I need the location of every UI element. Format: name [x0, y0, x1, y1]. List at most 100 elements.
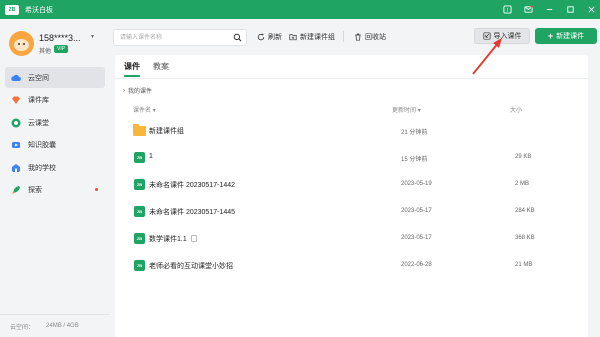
file-size: 21 MB — [515, 262, 533, 268]
sidebar-item-explore[interactable]: 探索 — [5, 180, 105, 201]
sidebar-item-knowledge-capsule[interactable]: 知识胶囊 — [5, 135, 105, 156]
sidebar-item-label: 课件库 — [28, 97, 49, 104]
file-size: 2 MB — [515, 181, 530, 187]
notification-dot — [95, 187, 98, 191]
breadcrumb[interactable]: › 我的课件 — [123, 86, 153, 96]
toolbar-divider — [343, 31, 344, 42]
file-name: 新建课件组 — [149, 128, 184, 135]
annotation-arrow-icon — [472, 38, 502, 75]
user-name: 158****3... — [39, 33, 81, 43]
table-row[interactable]: ZB 1 15 分钟前 29 KB — [123, 145, 580, 171]
new-group-label: 新建课件组 — [300, 34, 335, 41]
main-panel: 课件 教案 › 我的课件 课件名 ▾ 更新时间 ▾ 大小 新建课件组 21 分钟… — [115, 55, 588, 337]
column-header-time[interactable]: 更新时间 ▾ — [392, 105, 421, 114]
folder-icon — [133, 124, 146, 136]
table-row[interactable]: ZB 数学课件1.1 2023-05-17 368 KB — [123, 226, 580, 252]
tab-courseware[interactable]: 课件 — [124, 61, 140, 72]
courseware-file-icon: ZB — [134, 233, 145, 244]
new-courseware-label: 新建课件 — [556, 33, 585, 40]
file-name: 1 — [149, 153, 153, 160]
app-title: 希沃白板 — [25, 6, 53, 14]
trash-icon — [355, 33, 361, 41]
column-header-name[interactable]: 课件名 ▾ — [133, 105, 156, 114]
file-time: 2023-05-19 — [401, 181, 432, 187]
maximize-icon[interactable] — [565, 5, 575, 15]
table-row[interactable]: 新建课件组 21 分钟前 — [123, 118, 580, 144]
file-time: 15 分钟前 — [401, 157, 428, 163]
file-name: 数学课件1.1 — [149, 236, 187, 243]
column-header-name-label: 课件名 — [133, 108, 152, 114]
file-size: 284 KB — [515, 208, 535, 214]
courseware-file-icon: ZB — [134, 206, 145, 217]
storage-label: 云空间： — [10, 324, 35, 331]
sidebar-item-label: 我的学校 — [28, 164, 56, 172]
courseware-file-icon: ZB — [134, 152, 145, 163]
chevron-right-icon: › — [123, 87, 125, 94]
rocket-icon — [12, 186, 20, 194]
sort-caret-icon: ▾ — [417, 108, 421, 114]
avatar[interactable] — [9, 31, 34, 56]
toolbar: 刷新 新建课件组 回收站 导入课件 + 新建课件 — [109, 19, 600, 55]
refresh-label: 刷新 — [268, 34, 282, 41]
user-role: 其他 — [39, 49, 52, 55]
storage-usage: 云空间： 24MB / 4GB — [0, 314, 109, 337]
column-header-size: 大小 — [510, 108, 523, 114]
tab-bar: 课件 教案 — [115, 55, 588, 79]
courseware-file-icon: ZB — [134, 260, 145, 271]
sort-caret-icon: ▾ — [152, 108, 156, 114]
file-size: 29 KB — [515, 154, 532, 160]
file-name: 老师必看的互动课堂小妙招 — [149, 263, 233, 270]
svg-text:!: ! — [506, 8, 508, 14]
play-circle-icon — [11, 118, 21, 127]
courseware-file-icon: ZB — [134, 179, 145, 190]
file-time: 2023-05-17 — [401, 208, 432, 214]
table-row[interactable]: ZB 未命名课件 20230517-1445 2023-05-17 284 KB — [123, 199, 580, 225]
cloud-icon — [11, 74, 21, 81]
column-header-time-label: 更新时间 — [392, 108, 417, 114]
app-logo-icon: ZB — [5, 4, 19, 15]
sidebar-item-cloud-space[interactable]: 云空间 — [5, 67, 105, 88]
search-input[interactable] — [114, 30, 224, 45]
chevron-down-icon[interactable]: ▾ — [91, 33, 94, 40]
plus-icon: + — [547, 31, 554, 41]
message-icon[interactable] — [523, 5, 533, 15]
document-tag-icon — [191, 235, 197, 242]
sidebar-nav: 云空间 课件库 云课堂 知识胶囊 我的学校 探索 — [5, 67, 105, 202]
table-row[interactable]: ZB 未命名课件 20230517-1442 2023-05-19 2 MB — [123, 172, 580, 198]
sidebar-item-label: 云课堂 — [28, 119, 49, 127]
minimize-icon[interactable] — [544, 5, 554, 15]
close-icon[interactable] — [586, 5, 596, 15]
new-courseware-button[interactable]: + 新建课件 — [535, 28, 597, 44]
search-box[interactable] — [113, 29, 247, 46]
file-time: 2022-06-28 — [401, 262, 432, 268]
diamond-icon — [12, 96, 20, 104]
search-icon[interactable] — [233, 33, 242, 42]
feedback-icon[interactable]: ! — [502, 5, 512, 15]
sidebar-item-my-school[interactable]: 我的学校 — [5, 157, 105, 178]
sidebar-item-cloud-classroom[interactable]: 云课堂 — [5, 112, 105, 133]
refresh-icon — [257, 33, 265, 41]
user-profile[interactable]: 158****3... ▾ 其他 VIP — [9, 31, 105, 57]
school-icon — [12, 163, 20, 172]
sidebar: 158****3... ▾ 其他 VIP 云空间 课件库 云课堂 知识胶囊 我的… — [0, 19, 109, 337]
breadcrumb-label: 我的课件 — [128, 89, 153, 95]
file-size: 368 KB — [515, 235, 535, 241]
sidebar-item-courseware-library[interactable]: 课件库 — [5, 90, 105, 111]
new-group-button[interactable]: 新建课件组 — [289, 31, 335, 43]
active-tab-indicator — [124, 75, 140, 77]
title-bar: ZB 希沃白板 ! — [0, 0, 600, 19]
storage-value: 24MB / 4GB — [46, 323, 79, 329]
sidebar-item-label: 探索 — [28, 187, 42, 194]
file-name: 未命名课件 20230517-1445 — [149, 209, 235, 216]
file-name: 未命名课件 20230517-1442 — [149, 182, 235, 189]
sidebar-item-label: 知识胶囊 — [28, 142, 56, 149]
recycle-bin-label: 回收站 — [365, 34, 386, 41]
tab-lesson-plan[interactable]: 教案 — [153, 61, 169, 72]
refresh-button[interactable]: 刷新 — [257, 31, 282, 43]
capsule-icon — [12, 142, 20, 148]
vip-badge: VIP — [54, 45, 69, 53]
folder-plus-icon — [289, 34, 297, 41]
table-row[interactable]: ZB 老师必看的互动课堂小妙招 2022-06-28 21 MB — [123, 253, 580, 279]
recycle-bin-button[interactable]: 回收站 — [354, 31, 386, 43]
file-time: 21 分钟前 — [401, 130, 428, 136]
